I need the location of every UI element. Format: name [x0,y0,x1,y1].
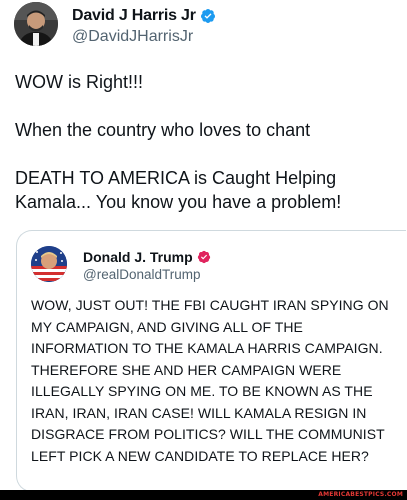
author-avatar[interactable] [14,2,58,46]
tweet-author[interactable]: David J Harris Jr @DavidJHarrisJr [14,2,216,46]
verified-badge-icon [200,9,215,23]
tweet-paragraph: DEATH TO AMERICA is Caught Helping Kamal… [15,168,342,212]
tweet-paragraph: When the country who loves to chant [15,120,311,140]
tweet-paragraph: WOW is Right!!! [15,72,144,92]
author-handle[interactable]: @DavidJHarrisJr [72,28,216,46]
quoted-author-handle[interactable]: @realDonaldTrump [83,267,211,282]
quoted-tweet[interactable]: Donald J. Trump @realDonaldTrump WOW, JU… [16,230,406,492]
verified-badge-icon [197,250,210,264]
author-name[interactable]: David J Harris Jr [72,7,196,25]
quoted-tweet-text: WOW, JUST OUT! THE FBI CAUGHT IRAN SPYIN… [31,297,389,464]
quoted-author-avatar[interactable] [31,246,67,282]
author-avatar-image [14,2,58,46]
quoted-tweet-author[interactable]: Donald J. Trump @realDonaldTrump [31,246,211,282]
quoted-author-avatar-image [31,246,67,282]
tweet: David J Harris Jr @DavidJHarrisJr WOW is… [0,0,407,492]
quoted-author-name[interactable]: Donald J. Trump [83,249,193,265]
watermark: AMERICABESTPICS.COM [318,491,403,498]
